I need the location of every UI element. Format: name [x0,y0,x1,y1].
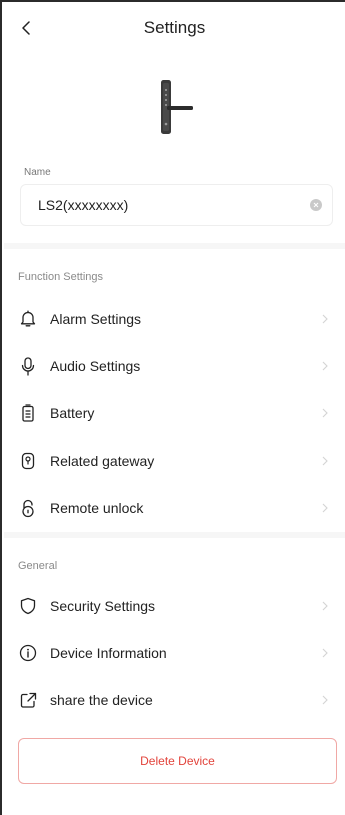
unlock-icon [18,498,38,518]
page-title: Settings [143,18,206,37]
info-icon [18,643,38,663]
alarm-settings-item[interactable]: Alarm Settings [4,295,345,342]
name-input[interactable] [38,197,310,213]
bell-icon [18,309,38,329]
general-list: Security Settings Device Information sha… [4,580,345,724]
security-settings-item[interactable]: Security Settings [4,582,345,629]
clear-input-button[interactable] [310,199,322,211]
back-button[interactable] [14,16,38,40]
remote-unlock-label: Remote unlock [50,500,144,517]
alarm-settings-label: Alarm Settings [50,310,142,327]
related-gateway-label: Related gateway [50,452,155,469]
share-device-item[interactable]: share the device [4,677,345,724]
close-icon [313,202,319,208]
name-field[interactable] [20,184,333,226]
audio-settings-item[interactable]: Audio Settings [4,342,345,389]
smart-door-lock-icon [160,80,193,134]
chevron-right-icon [322,361,328,371]
device-information-item[interactable]: Device Information [4,629,345,676]
chevron-right-icon [322,456,328,466]
share-device-label: share the device [50,692,153,709]
gateway-icon [18,451,38,471]
battery-label: Battery [50,405,95,422]
chevron-right-icon [322,409,328,418]
audio-settings-label: Audio Settings [50,358,141,375]
header: Settings [4,2,345,54]
chevron-right-icon [322,696,328,705]
chevron-left-icon [22,21,30,35]
device-information-label: Device Information [50,645,167,662]
shield-icon [18,596,38,616]
battery-icon [18,403,38,423]
device-image [4,78,345,136]
related-gateway-item[interactable]: Related gateway [4,437,345,484]
microphone-icon [18,356,38,376]
chevron-right-icon [322,601,328,611]
share-icon [18,690,38,710]
function-settings-header: Function Settings [18,271,103,283]
window-frame-left [0,0,2,815]
chevron-right-icon [322,648,328,658]
security-settings-label: Security Settings [50,597,156,614]
function-settings-list: Alarm Settings Audio Settings Battery Re… [4,291,345,532]
chevron-right-icon [322,314,328,324]
settings-screen: Settings Name Function Settings [4,2,345,815]
battery-item[interactable]: Battery [4,390,345,437]
delete-device-button[interactable]: Delete Device [18,738,337,785]
general-header: General [18,559,58,572]
name-field-label: Name [24,167,51,178]
chevron-right-icon [322,503,328,513]
remote-unlock-item[interactable]: Remote unlock [4,485,345,532]
